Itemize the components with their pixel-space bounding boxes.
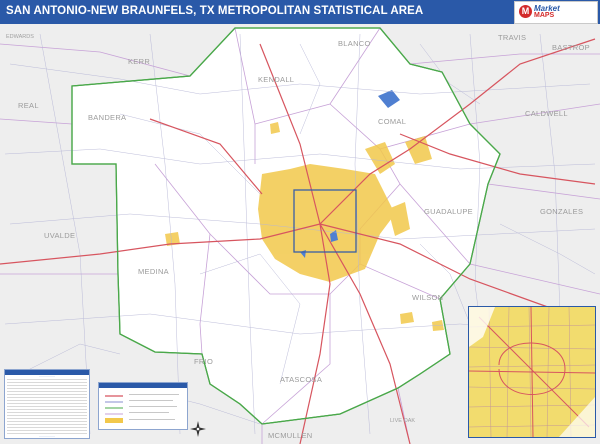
market-maps-logo: M Market MAPS	[514, 1, 598, 24]
label-atascosa: ATASCOSA	[280, 375, 322, 384]
legend-symbols	[105, 394, 179, 423]
map-title: SAN ANTONIO-NEW BRAUNFELS, TX METROPOLIT…	[6, 5, 424, 17]
label-travis: TRAVIS	[498, 33, 526, 42]
label-edwards: EDWARDS	[6, 34, 34, 40]
label-blanco: BLANCO	[338, 39, 371, 48]
city-index-table	[4, 369, 90, 439]
label-caldwell: CALDWELL	[525, 109, 568, 118]
label-live-oak: LIVE OAK	[390, 418, 415, 424]
label-mcmullen: MCMULLEN	[268, 431, 313, 440]
logo-line2: MAPS	[534, 12, 555, 19]
label-bandera: BANDERA	[88, 113, 126, 122]
compass-rose-icon	[190, 421, 206, 437]
label-kendall: KENDALL	[258, 75, 294, 84]
title-bar: SAN ANTONIO-NEW BRAUNFELS, TX METROPOLIT…	[0, 0, 600, 24]
label-bastrop: BASTROP	[552, 43, 590, 52]
label-gonzales: GONZALES	[540, 207, 583, 216]
label-uvalde: UVALDE	[44, 231, 75, 240]
map-legend	[98, 382, 188, 430]
label-guadalupe: GUADALUPE	[424, 207, 473, 216]
map-pin-icon: M	[519, 5, 532, 18]
label-real: REAL	[18, 101, 39, 110]
inset-map-canvas	[469, 307, 595, 437]
index-table-rows	[7, 377, 87, 436]
label-medina: MEDINA	[138, 267, 169, 276]
inset-map[interactable]	[468, 306, 596, 438]
map-frame: SAN ANTONIO-NEW BRAUNFELS, TX METROPOLIT…	[0, 0, 600, 444]
label-kerr: KERR	[128, 57, 150, 66]
label-comal: COMAL	[378, 117, 406, 126]
label-wilson: WILSON	[412, 293, 443, 302]
label-frio: FRIO	[194, 357, 213, 366]
index-table-header	[5, 370, 89, 375]
